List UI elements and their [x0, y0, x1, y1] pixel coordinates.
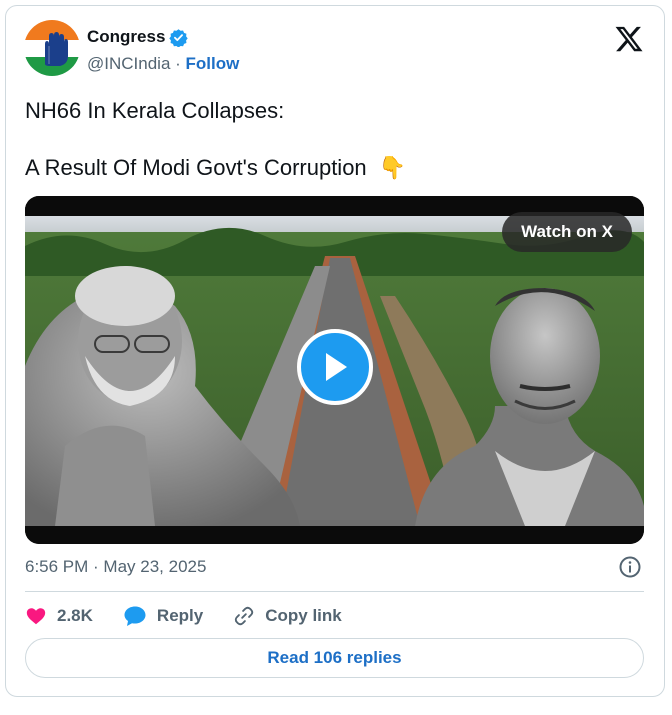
reply-label: Reply	[156, 606, 204, 625]
heart-icon	[26, 608, 46, 625]
read-replies-button[interactable]: Read 106 replies	[25, 638, 644, 678]
play-button[interactable]	[297, 329, 373, 405]
reply-button[interactable]: Reply	[123, 605, 203, 627]
like-button[interactable]: 2.8K	[25, 605, 93, 627]
author-name[interactable]: Congress	[87, 27, 165, 47]
follow-button[interactable]: Follow	[186, 54, 240, 73]
copy-link-label: Copy link	[265, 606, 342, 625]
author-name-row: Congress	[87, 27, 189, 47]
reply-bubble-icon	[124, 606, 146, 626]
x-logo-icon[interactable]	[614, 24, 644, 54]
watch-on-x-button[interactable]: Watch on X	[502, 212, 632, 252]
tweet-text-line2: A Result Of Modi Govt's Corruption 👇	[25, 155, 406, 181]
tweet-actions: 2.8K Reply Copy link	[25, 601, 372, 631]
divider	[25, 591, 644, 592]
copy-link-button[interactable]: Copy link	[233, 605, 342, 627]
link-icon	[235, 606, 254, 626]
verified-badge-icon	[169, 28, 189, 47]
author-handle-row: @INCIndia · Follow	[87, 54, 239, 74]
congress-hand-logo-icon	[24, 20, 80, 76]
tweet-text-main: A Result Of Modi Govt's Corruption	[25, 155, 367, 180]
like-count: 2.8K	[57, 606, 93, 625]
tweet-text-line1: NH66 In Kerala Collapses:	[25, 98, 285, 123]
tweet-timestamp[interactable]: 6:56 PM · May 23, 2025	[25, 557, 206, 577]
author-handle[interactable]: @INCIndia	[87, 54, 170, 73]
video-thumbnail[interactable]: Watch on X	[25, 196, 644, 544]
handle-separator: ·	[170, 54, 186, 73]
avatar[interactable]	[24, 20, 80, 76]
info-icon[interactable]	[618, 555, 642, 579]
play-icon	[326, 353, 347, 381]
pointing-down-emoji-icon: 👇	[378, 155, 407, 180]
